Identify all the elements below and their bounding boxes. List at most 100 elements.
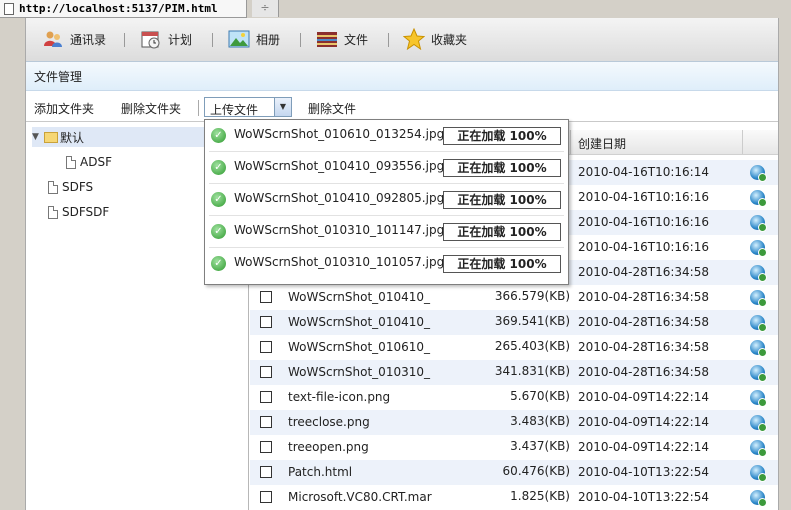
file-size: 60.476(KB) bbox=[502, 464, 570, 478]
column-created-date[interactable]: 创建日期 bbox=[578, 135, 626, 152]
row-checkbox[interactable] bbox=[260, 416, 272, 428]
tree-node-sdfs[interactable]: SDFS bbox=[48, 177, 93, 197]
globe-icon[interactable] bbox=[750, 190, 767, 207]
table-row[interactable]: Patch.html 60.476(KB) 2010-04-10T13:22:54 bbox=[250, 460, 778, 485]
chevron-down-icon[interactable]: ▼ bbox=[274, 98, 291, 116]
nav-label: 计划 bbox=[168, 32, 193, 47]
new-tab-button[interactable]: ÷ bbox=[252, 0, 279, 17]
file-size: 5.670(KB) bbox=[510, 389, 570, 403]
table-row[interactable]: text-file-icon.png 5.670(KB) 2010-04-09T14… bbox=[250, 385, 778, 410]
archive-icon bbox=[316, 28, 338, 50]
upload-status: 正在加载 100% bbox=[443, 191, 561, 209]
check-icon: ✓ bbox=[211, 160, 226, 175]
file-created-date: 2010-04-09T14:22:14 bbox=[578, 440, 709, 454]
file-size: 3.483(KB) bbox=[510, 414, 570, 428]
upload-status: 正在加载 100% bbox=[443, 127, 561, 145]
upload-file-name: WoWScrnShot_010610_013254.jpg bbox=[234, 127, 445, 141]
collapse-icon[interactable]: ▼ bbox=[32, 132, 42, 142]
nav-files[interactable]: 文件 bbox=[316, 26, 368, 52]
globe-icon[interactable] bbox=[750, 340, 767, 357]
row-checkbox[interactable] bbox=[260, 291, 272, 303]
upload-status: 正在加载 100% bbox=[443, 223, 561, 241]
nav-contacts[interactable]: 通讯录 bbox=[42, 26, 106, 52]
file-created-date: 2010-04-16T10:16:14 bbox=[578, 165, 709, 179]
main-nav: 通讯录 计划 相册 文件 收藏夹 bbox=[26, 18, 778, 62]
upload-item: ✓ WoWScrnShot_010610_013254.jpg 正在加载 100% bbox=[205, 120, 568, 152]
row-checkbox[interactable] bbox=[260, 391, 272, 403]
table-row[interactable]: treeclose.png 3.483(KB) 2010-04-09T14:22:1… bbox=[250, 410, 778, 435]
file-created-date: 2010-04-10T13:22:54 bbox=[578, 465, 709, 479]
file-size: 1.825(KB) bbox=[510, 489, 570, 503]
globe-icon[interactable] bbox=[750, 365, 767, 382]
row-checkbox[interactable] bbox=[260, 491, 272, 503]
add-folder-button[interactable]: 添加文件夹 bbox=[34, 100, 94, 117]
globe-icon[interactable] bbox=[750, 490, 767, 507]
globe-icon[interactable] bbox=[750, 215, 767, 232]
delete-file-button[interactable]: 删除文件 bbox=[308, 100, 356, 117]
row-checkbox[interactable] bbox=[260, 316, 272, 328]
nav-divider bbox=[212, 33, 213, 47]
upload-file-dropdown[interactable]: 上传文件 ▼ bbox=[204, 97, 292, 117]
file-created-date: 2010-04-28T16:34:58 bbox=[578, 340, 709, 354]
globe-icon[interactable] bbox=[750, 290, 767, 307]
file-created-date: 2010-04-16T10:16:16 bbox=[578, 215, 709, 229]
upload-file-name: WoWScrnShot_010410_092805.jpg bbox=[234, 191, 445, 205]
row-checkbox[interactable] bbox=[260, 441, 272, 453]
table-row[interactable]: WoWScrnShot_010410_ 366.579(KB) 2010-04-28… bbox=[250, 285, 778, 310]
row-checkbox[interactable] bbox=[260, 341, 272, 353]
table-row[interactable]: WoWScrnShot_010610_ 265.403(KB) 2010-04-28… bbox=[250, 335, 778, 360]
table-row[interactable]: WoWScrnShot_010310_ 341.831(KB) 2010-04-28… bbox=[250, 360, 778, 385]
globe-icon[interactable] bbox=[750, 240, 767, 257]
table-row[interactable]: treeopen.png 3.437(KB) 2010-04-09T14:22:14 bbox=[250, 435, 778, 460]
tree-node-sdfsdf[interactable]: SDFSDF bbox=[48, 202, 109, 222]
page-icon bbox=[4, 2, 14, 15]
nav-favorites[interactable]: 收藏夹 bbox=[403, 26, 467, 52]
globe-icon[interactable] bbox=[750, 440, 767, 457]
file-name: WoWScrnShot_010410_ bbox=[288, 290, 430, 304]
right-gutter bbox=[777, 18, 791, 510]
file-name: Patch.html bbox=[288, 465, 353, 479]
table-row[interactable]: Microsoft.VC80.CRT.mar 1.825(KB) 2010-04-1… bbox=[250, 485, 778, 510]
file-name: Microsoft.VC80.CRT.mar bbox=[288, 490, 432, 504]
file-created-date: 2010-04-28T16:34:58 bbox=[578, 315, 709, 329]
nav-album[interactable]: 相册 bbox=[228, 26, 280, 52]
toolbar-divider bbox=[198, 100, 199, 116]
file-size: 366.579(KB) bbox=[494, 289, 570, 303]
calendar-icon bbox=[140, 28, 162, 50]
globe-icon[interactable] bbox=[750, 265, 767, 282]
section-title: 文件管理 bbox=[34, 70, 83, 84]
globe-icon[interactable] bbox=[750, 465, 767, 482]
file-icon bbox=[48, 180, 58, 194]
globe-icon[interactable] bbox=[750, 415, 767, 432]
row-checkbox[interactable] bbox=[260, 366, 272, 378]
tree-node-label: SDFSDF bbox=[62, 205, 110, 219]
globe-icon[interactable] bbox=[750, 315, 767, 332]
browser-tab[interactable]: http://localhost:5137/PIM.html bbox=[0, 0, 247, 18]
file-created-date: 2010-04-16T10:16:16 bbox=[578, 240, 709, 254]
section-header: 文件管理 bbox=[26, 62, 778, 91]
upload-status: 正在加载 100% bbox=[443, 255, 561, 273]
file-icon bbox=[48, 205, 58, 219]
tree-node-adsf[interactable]: ADSF bbox=[66, 152, 112, 172]
check-icon: ✓ bbox=[211, 192, 226, 207]
upload-file-name: WoWScrnShot_010310_101057.jpg bbox=[234, 255, 445, 269]
nav-schedule[interactable]: 计划 bbox=[140, 26, 192, 52]
tree-node-label: SDFS bbox=[62, 180, 94, 194]
upload-progress-dropdown: ✓ WoWScrnShot_010610_013254.jpg 正在加载 100% ✓… bbox=[204, 119, 569, 285]
file-size: 341.831(KB) bbox=[494, 364, 570, 378]
globe-icon[interactable] bbox=[750, 165, 767, 182]
upload-file-name: WoWScrnShot_010410_093556.jpg bbox=[234, 159, 445, 173]
upload-item: ✓ WoWScrnShot_010310_101147.jpg 正在加载 100% bbox=[205, 216, 568, 248]
contacts-icon bbox=[42, 28, 64, 50]
row-checkbox[interactable] bbox=[260, 466, 272, 478]
table-row[interactable]: WoWScrnShot_010410_ 369.541(KB) 2010-04-28… bbox=[250, 310, 778, 335]
file-name: treeopen.png bbox=[288, 440, 369, 454]
file-created-date: 2010-04-28T16:34:58 bbox=[578, 365, 709, 379]
file-created-date: 2010-04-28T16:34:58 bbox=[578, 290, 709, 304]
upload-item: ✓ WoWScrnShot_010410_093556.jpg 正在加载 100% bbox=[205, 152, 568, 184]
tree-node-label: 默认 bbox=[60, 130, 85, 145]
delete-folder-button[interactable]: 删除文件夹 bbox=[121, 100, 181, 117]
check-icon: ✓ bbox=[211, 128, 226, 143]
file-created-date: 2010-04-10T13:22:54 bbox=[578, 490, 709, 504]
globe-icon[interactable] bbox=[750, 390, 767, 407]
